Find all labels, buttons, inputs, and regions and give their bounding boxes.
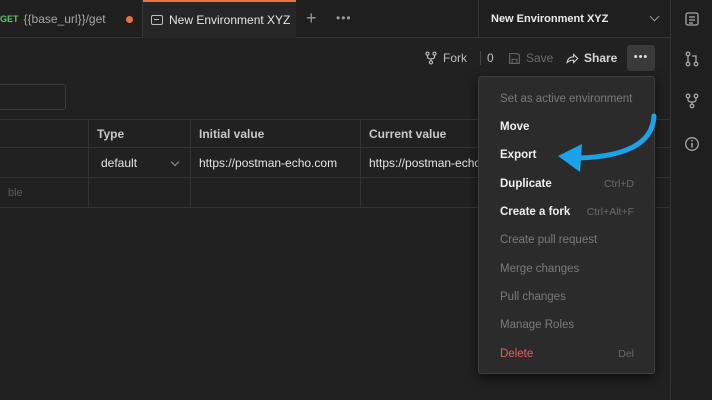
variable-cell[interactable] [0, 148, 88, 177]
type-select[interactable]: default [88, 148, 190, 177]
column-header-variable [0, 120, 88, 147]
type-select-value: default [101, 155, 138, 170]
fork-button[interactable]: Fork [424, 51, 467, 65]
environment-quicklook-icon[interactable] [684, 11, 700, 27]
more-options-button[interactable]: ••• [627, 45, 655, 71]
unsaved-dot-icon [126, 16, 133, 23]
fork-count: 0 [480, 51, 494, 65]
chevron-down-icon [649, 11, 660, 22]
pull-request-icon[interactable] [684, 51, 700, 67]
fork-icon [425, 51, 437, 65]
tab-bar: GET {{base_url}}/get New Environment XYZ… [0, 0, 712, 38]
menu-item-label: Move [500, 121, 530, 133]
menu-item-label: Merge changes [500, 263, 580, 275]
new-type-cell[interactable] [88, 178, 190, 207]
menu-item-label: Pull changes [500, 291, 566, 303]
tab-get-request[interactable]: GET {{base_url}}/get [0, 0, 143, 38]
new-variable-input[interactable]: ble [0, 178, 88, 207]
menu-item-delete[interactable]: Delete Del [479, 340, 654, 368]
info-icon[interactable] [684, 136, 700, 152]
new-variable-placeholder: ble [8, 186, 23, 199]
save-icon [509, 52, 520, 64]
column-header-type: Type [88, 120, 190, 147]
menu-item-create-pull-request[interactable]: Create pull request [479, 226, 654, 254]
new-initial-value-cell[interactable] [190, 178, 360, 207]
environment-toolbar: Fork 0 Save Share ••• [0, 38, 670, 80]
menu-item-shortcut: Ctrl+Alt+F [586, 206, 634, 218]
column-header-initial-value: Initial value [190, 120, 360, 147]
tab-label: {{base_url}}/get [23, 12, 106, 26]
menu-item-label: Manage Roles [500, 319, 575, 331]
menu-item-pull-changes[interactable]: Pull changes [479, 283, 654, 311]
menu-item-manage-roles[interactable]: Manage Roles [479, 311, 654, 339]
right-sidebar [670, 0, 712, 400]
fork-count-value: 0 [487, 51, 494, 65]
tab-options-button[interactable]: ••• [336, 11, 352, 25]
new-tab-button[interactable]: + [306, 8, 317, 28]
menu-item-label: Set as active environment [500, 93, 633, 105]
environment-selector[interactable]: New Environment XYZ [478, 0, 670, 38]
branch-icon[interactable] [684, 93, 700, 109]
menu-item-shortcut: Ctrl+D [603, 178, 634, 190]
environment-selector-value: New Environment XYZ [491, 13, 609, 25]
request-method: GET [0, 14, 19, 24]
share-label: Share [584, 51, 618, 65]
share-button[interactable]: Share [565, 51, 617, 65]
save-label: Save [526, 51, 554, 65]
menu-item-label: Delete [500, 348, 534, 360]
initial-value-cell[interactable]: https://postman-echo.com [190, 148, 360, 177]
menu-item-create-fork[interactable]: Create a fork Ctrl+Alt+F [479, 198, 654, 226]
menu-item-shortcut: Del [618, 348, 634, 360]
chevron-down-icon [170, 157, 180, 167]
save-button[interactable]: Save [508, 51, 553, 65]
environment-icon [151, 15, 163, 25]
tab-environment[interactable]: New Environment XYZ [143, 0, 296, 38]
annotation-arrow-icon [558, 113, 657, 172]
menu-item-label: Duplicate [500, 178, 552, 190]
menu-item-merge-changes[interactable]: Merge changes [479, 255, 654, 283]
fork-label: Fork [443, 51, 467, 65]
menu-item-label: Export [500, 149, 537, 161]
menu-item-label: Create a fork [500, 206, 571, 218]
share-icon [566, 52, 579, 64]
menu-item-label: Create pull request [500, 234, 598, 246]
tab-label: New Environment XYZ [169, 13, 291, 27]
filter-variables-input[interactable] [0, 84, 66, 110]
